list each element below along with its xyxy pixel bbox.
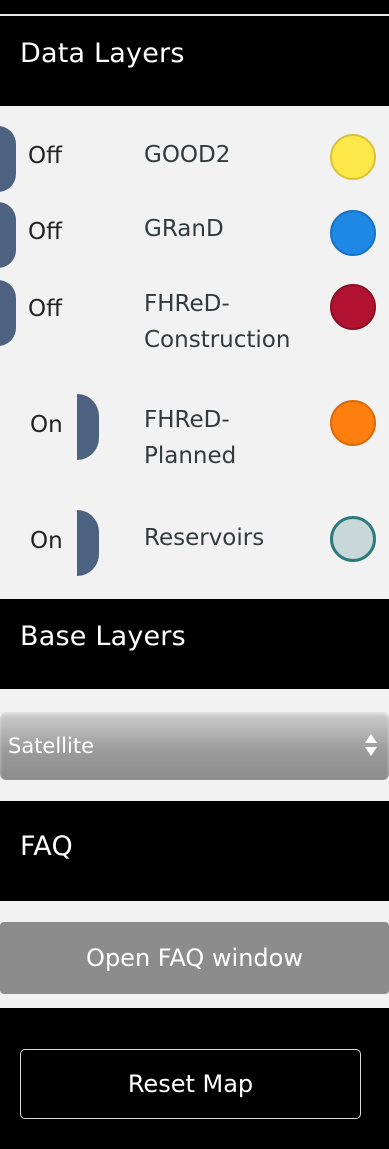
select-arrows-icon [365, 734, 377, 756]
data-layers-panel: Off GOOD2 Off GRanD Off FHReD- Construct… [0, 106, 389, 599]
color-swatch-reservoirs [330, 516, 376, 562]
layer-row-grand: Off GRanD [0, 200, 389, 276]
base-layers-title: Base Layers [20, 621, 186, 652]
toggle-label-fhred-planned[interactable]: On [30, 412, 63, 438]
layer-name-reservoirs: Reservoirs [144, 525, 265, 551]
data-layers-header: Data Layers [0, 16, 389, 106]
base-layer-select[interactable]: Satellite [0, 712, 389, 780]
base-layer-selected-value: Satellite [8, 734, 95, 758]
open-faq-button[interactable]: Open FAQ window [0, 922, 389, 994]
color-swatch-good2 [330, 134, 376, 180]
toggle-label-fhred-construction[interactable]: Off [28, 296, 62, 322]
layer-name-fhred-planned: FHReD- Planned [144, 407, 237, 469]
toggle-fhred-construction[interactable] [0, 280, 16, 346]
layer-row-reservoirs: On Reservoirs [0, 508, 389, 584]
toggle-fhred-planned[interactable] [77, 394, 99, 460]
faq-title: FAQ [20, 831, 73, 862]
color-swatch-grand [330, 210, 376, 256]
toggle-label-grand[interactable]: Off [28, 219, 62, 245]
layer-row-fhred-planned: On FHReD- Planned [0, 392, 389, 484]
layer-row-fhred-construction: Off FHReD- Construction [0, 278, 389, 370]
layer-name-fhred-construction: FHReD- Construction [144, 291, 291, 353]
toggle-grand[interactable] [0, 202, 16, 268]
base-layers-header: Base Layers [0, 599, 389, 689]
data-layers-title: Data Layers [20, 38, 185, 69]
toggle-label-good2[interactable]: Off [28, 143, 62, 169]
toggle-reservoirs[interactable] [77, 510, 99, 576]
reset-map-button[interactable]: Reset Map [20, 1049, 361, 1119]
layer-name-good2: GOOD2 [144, 142, 231, 168]
faq-header: FAQ [0, 801, 389, 901]
color-swatch-fhred-construction [330, 284, 376, 330]
toggle-good2[interactable] [0, 126, 16, 192]
layer-name-grand: GRanD [144, 216, 224, 242]
toggle-label-reservoirs[interactable]: On [30, 528, 63, 554]
layer-row-good2: Off GOOD2 [0, 122, 389, 198]
color-swatch-fhred-planned [330, 400, 376, 446]
